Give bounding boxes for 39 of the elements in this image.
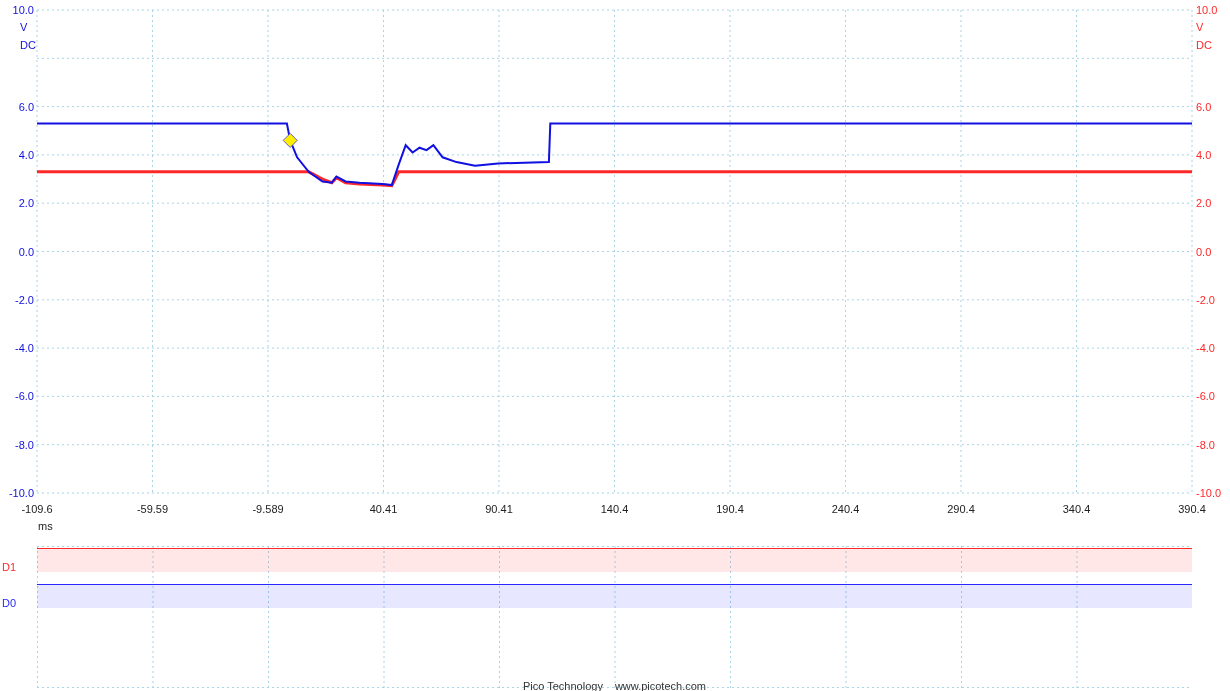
axis-tick-label: 4.0 <box>1196 148 1212 161</box>
axis-unit: V <box>20 21 28 33</box>
axis-tick-label: -109.6 <box>21 503 53 515</box>
axis-tick-label: 10.0 <box>1196 4 1218 16</box>
axis-tick-label: 190.4 <box>716 503 744 515</box>
axis-tick-label: -10.0 <box>1196 487 1222 499</box>
axis-tick-label: 6.0 <box>18 100 34 113</box>
axis-tick-label: 2.0 <box>1196 197 1212 210</box>
channel-label: D0 <box>1 596 18 611</box>
axis-tick-label: -10.0 <box>8 487 34 499</box>
axis-tick-label: 340.4 <box>1062 503 1091 515</box>
axis-tick-label: 40.41 <box>369 503 398 515</box>
axis-tick-label: 2.0 <box>18 197 34 210</box>
axis-unit: V <box>1196 21 1204 33</box>
axis-tick-label: 10.0 <box>12 4 34 16</box>
axis-tick-label: -4.0 <box>15 342 34 355</box>
axis-tick-label: -9.589 <box>252 503 284 515</box>
axis-coupling: DC <box>20 39 36 51</box>
axis-tick-label: -2.0 <box>15 293 34 306</box>
axis-tick-label: 390.4 <box>1178 503 1206 515</box>
axis-tick-label: 0.0 <box>18 245 34 258</box>
axis-tick-label: -2.0 <box>1196 293 1215 306</box>
axis-tick-label: -8.0 <box>1196 438 1215 451</box>
axis-coupling: DC <box>1196 39 1212 51</box>
axis-tick-label: -4.0 <box>1196 342 1215 355</box>
axis-tick-label: 140.4 <box>600 503 629 515</box>
axis-tick-label: 290.4 <box>947 503 975 515</box>
axis-tick-label: -59.59 <box>136 503 169 515</box>
axis-tick-label: 6.0 <box>1196 100 1212 113</box>
axis-tick-label: 0.0 <box>1196 245 1212 258</box>
trigger-marker-icon[interactable] <box>282 132 298 148</box>
channel-label: D1 <box>1 560 18 575</box>
axis-tick-label: -8.0 <box>15 438 34 451</box>
axis-tick-label: 90.41 <box>485 503 513 515</box>
axis-tick-label: 240.4 <box>831 503 860 515</box>
axis-tick-label: -6.0 <box>1196 390 1215 403</box>
axis-tick-label: 4.0 <box>18 148 34 161</box>
axis-title: ms <box>38 520 53 532</box>
axis-tick-label: -6.0 <box>15 390 34 403</box>
